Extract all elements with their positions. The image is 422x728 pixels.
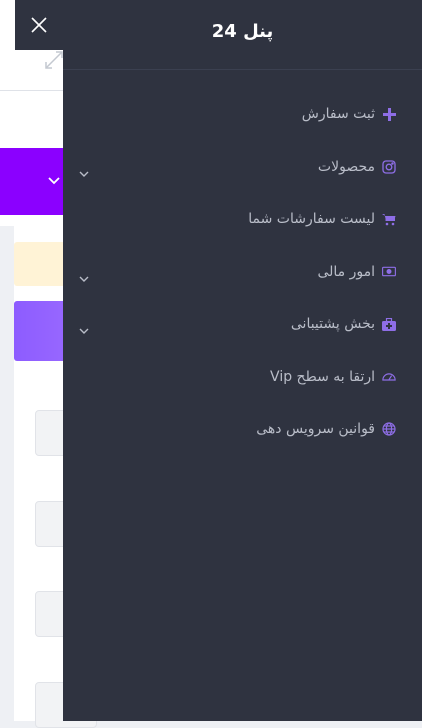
menu-item-label: لیست سفارشات شما [248, 211, 375, 228]
drawer-header: پنل 24 [63, 0, 422, 70]
gauge-icon [382, 370, 396, 384]
menu-item-products[interactable]: محصولات [63, 141, 422, 194]
medkit-icon [382, 317, 396, 331]
menu-item-vip-upgrade[interactable]: ارتقا به سطح Vip [63, 351, 422, 404]
menu-item-label: ارتقا به سطح Vip [270, 368, 375, 385]
close-icon [30, 16, 48, 34]
menu-item-service-terms[interactable]: قوانین سرویس دهی [63, 403, 422, 456]
menu-item-orders-list[interactable]: لیست سفارشات شما [63, 193, 422, 246]
menu-item-new-order[interactable]: ثبت سفارش [63, 88, 422, 141]
expand-icon[interactable] [44, 50, 64, 70]
chevron-down-icon [78, 270, 90, 282]
menu-item-label: بخش پشتیبانی [290, 316, 375, 333]
chevron-down-icon [78, 322, 90, 335]
side-menu: ثبت سفارش محصولات لیست سفارشات شما امور … [63, 88, 422, 456]
menu-item-label: محصولات [317, 158, 375, 175]
menu-item-label: امور مالی [317, 263, 375, 280]
side-drawer: پنل 24 ثبت سفارش محصولات لیست سفارشات شم… [63, 0, 422, 721]
drawer-title: پنل 24 [211, 21, 274, 42]
chevron-down-icon [78, 165, 90, 177]
instagram-icon [382, 160, 396, 174]
cart-icon [382, 212, 396, 226]
close-button[interactable] [15, 0, 63, 50]
hero-chevron-down-icon[interactable] [46, 172, 62, 188]
background-gutter [0, 226, 14, 721]
money-icon [382, 265, 396, 279]
menu-item-finance[interactable]: امور مالی [63, 246, 422, 299]
menu-item-support[interactable]: بخش پشتیبانی [63, 298, 422, 351]
globe-icon [382, 422, 396, 436]
menu-item-label: قوانین سرویس دهی [256, 421, 375, 438]
plus-icon [382, 107, 396, 121]
menu-item-label: ثبت سفارش [301, 106, 375, 123]
